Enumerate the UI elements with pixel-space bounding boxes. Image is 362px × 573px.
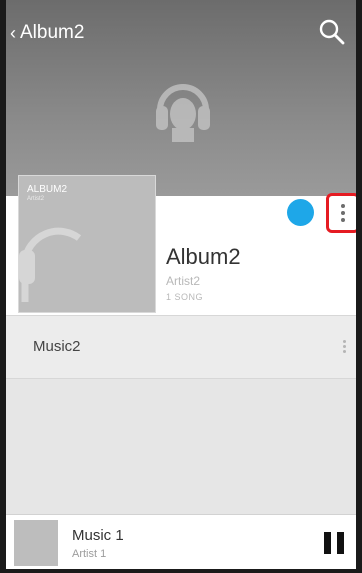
album-title-label: Album2 [20,22,85,43]
album-cover: ALBUM2 Artist2 [18,175,156,313]
cover-headphone-icon [19,227,82,302]
pause-icon[interactable] [324,532,344,554]
top-bar: ‹ Album2 [6,0,356,66]
more-dot [341,218,345,222]
play-album-button[interactable] [287,199,314,226]
more-dot [343,340,346,343]
cover-subtitle: Artist2 [27,196,45,202]
headphone-icon [156,84,210,142]
song-more-button[interactable] [343,340,346,353]
back-button[interactable]: ‹ Album2 [6,0,84,66]
app-frame: ‹ Album2 ALBUM2 Artist2 Album2 Artist2 1… [0,0,362,573]
song-row[interactable]: Music2 [6,315,356,379]
more-dot [341,204,345,208]
now-playing-title: Music 1 [72,527,124,544]
song-title: Music2 [33,338,81,355]
cover-title: ALBUM2 [27,184,68,195]
more-dot [343,350,346,353]
more-options-button[interactable] [326,193,356,233]
chevron-left-icon: ‹ [10,22,16,43]
song-count: 1 SONG [166,292,204,302]
now-playing-artist: Artist 1 [72,548,107,560]
album-title: Album2 [166,244,241,269]
more-dot [343,345,346,348]
album-artist: Artist2 [166,274,201,288]
now-playing-thumbnail [14,520,58,566]
more-dot [341,211,345,215]
search-icon[interactable] [318,18,346,46]
mini-player[interactable]: Music 1 Artist 1 [6,514,356,569]
